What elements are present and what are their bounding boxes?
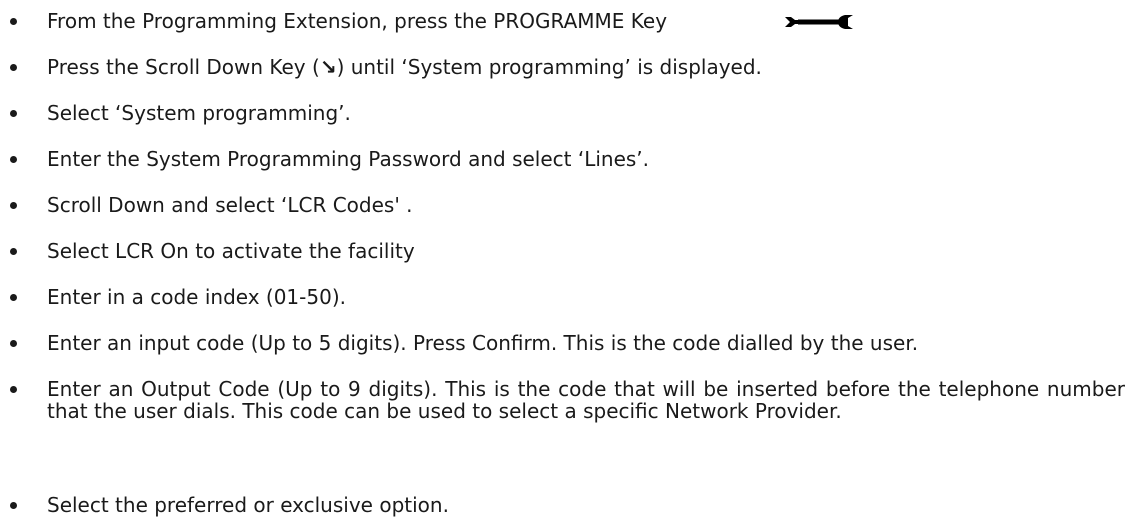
bullet-icon xyxy=(10,110,17,117)
bullet-icon xyxy=(10,502,17,509)
step-text: Scroll Down and select ‘LCR Codes' . xyxy=(47,193,413,217)
scroll-down-arrow-icon: ↘ xyxy=(319,55,337,79)
bullet-icon xyxy=(10,248,17,255)
step-text: Select the preferred or exclusive option… xyxy=(47,493,449,517)
step-text: Select LCR On to activate the facility xyxy=(47,239,415,263)
step-text: Enter an input code (Up to 5 digits). Pr… xyxy=(47,331,919,355)
step-text: Enter an Output Code (Up to 9 digits). T… xyxy=(47,377,1125,423)
bullet-icon xyxy=(10,18,17,25)
step-text: From the Programming Extension, press th… xyxy=(47,9,668,33)
step-text: Enter the System Programming Password an… xyxy=(47,147,650,171)
bullet-icon xyxy=(10,340,17,347)
wrench-icon xyxy=(785,15,853,29)
bullet-icon xyxy=(10,64,17,71)
step-text: Enter in a code index (01-50). xyxy=(47,285,346,309)
bullet-icon xyxy=(10,386,17,393)
bullet-icon xyxy=(10,294,17,301)
step-text-after: ) until ‘System programming’ is displaye… xyxy=(336,55,762,79)
bullet-icon xyxy=(10,156,17,163)
step-text-before: Press the Scroll Down Key ( xyxy=(47,55,320,79)
step-text: Press the Scroll Down Key (↘) until ‘Sys… xyxy=(47,52,1125,82)
step-text: Select ‘System programming’. xyxy=(47,101,351,125)
bullet-icon xyxy=(10,202,17,209)
